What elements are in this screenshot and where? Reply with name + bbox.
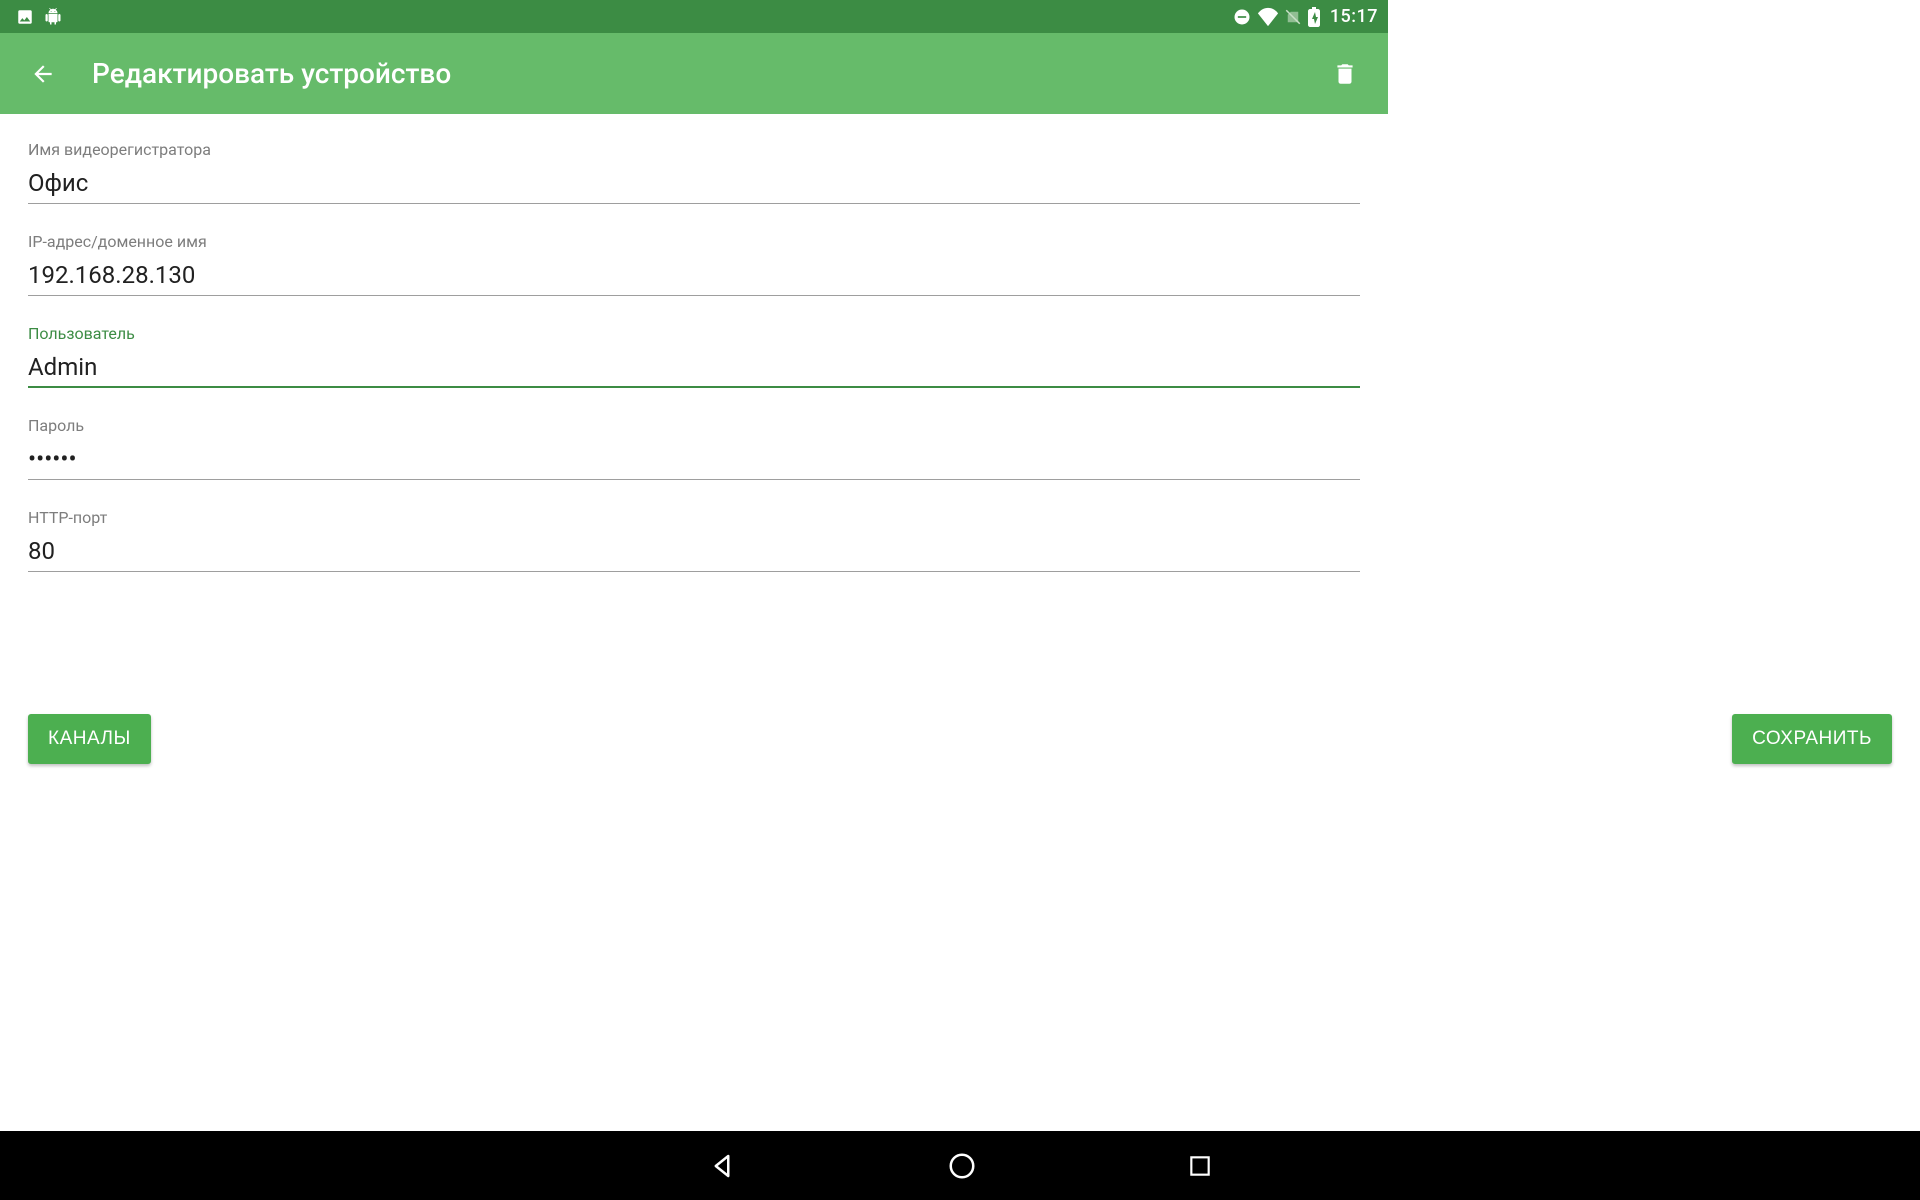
wifi-icon: [1257, 7, 1279, 27]
image-icon: [16, 8, 34, 26]
buttons-row: КАНАЛЫ СОХРАНИТЬ: [0, 714, 1920, 764]
delete-button[interactable]: [1324, 53, 1366, 95]
field-user: Пользователь: [28, 324, 1360, 388]
no-sim-icon: [1284, 7, 1302, 27]
navigation-bar: [0, 1131, 1920, 1200]
field-password: Пароль: [28, 416, 1360, 480]
field-name: Имя видеорегистратора: [28, 140, 1360, 204]
user-input[interactable]: [28, 349, 1360, 388]
ip-label: IP-адрес/доменное имя: [28, 232, 1360, 251]
field-ip: IP-адрес/доменное имя: [28, 232, 1360, 296]
channels-button[interactable]: КАНАЛЫ: [28, 714, 151, 764]
ip-input[interactable]: [28, 257, 1360, 296]
battery-charging-icon: [1307, 7, 1321, 27]
field-port: HTTP-порт: [28, 508, 1360, 572]
user-label: Пользователь: [28, 324, 1360, 343]
android-icon: [44, 8, 62, 26]
nav-recents-button[interactable]: [1177, 1143, 1223, 1189]
name-input[interactable]: [28, 165, 1360, 204]
status-right: 15:17: [1232, 6, 1378, 27]
password-label: Пароль: [28, 416, 1360, 435]
form: Имя видеорегистратора IP-адрес/доменное …: [0, 114, 1388, 572]
name-label: Имя видеорегистратора: [28, 140, 1360, 159]
status-left: [10, 8, 62, 26]
password-input[interactable]: [28, 441, 1360, 480]
dnd-icon: [1232, 7, 1252, 27]
clock-text: 15:17: [1330, 6, 1378, 27]
app-bar: Редактировать устройство: [0, 33, 1388, 114]
save-button[interactable]: СОХРАНИТЬ: [1732, 714, 1892, 764]
port-input[interactable]: [28, 533, 1360, 572]
page-title: Редактировать устройство: [92, 57, 1324, 90]
back-button[interactable]: [22, 53, 64, 95]
nav-home-button[interactable]: [937, 1141, 987, 1191]
nav-back-button[interactable]: [697, 1141, 747, 1191]
status-bar: 15:17: [0, 0, 1388, 33]
port-label: HTTP-порт: [28, 508, 1360, 527]
